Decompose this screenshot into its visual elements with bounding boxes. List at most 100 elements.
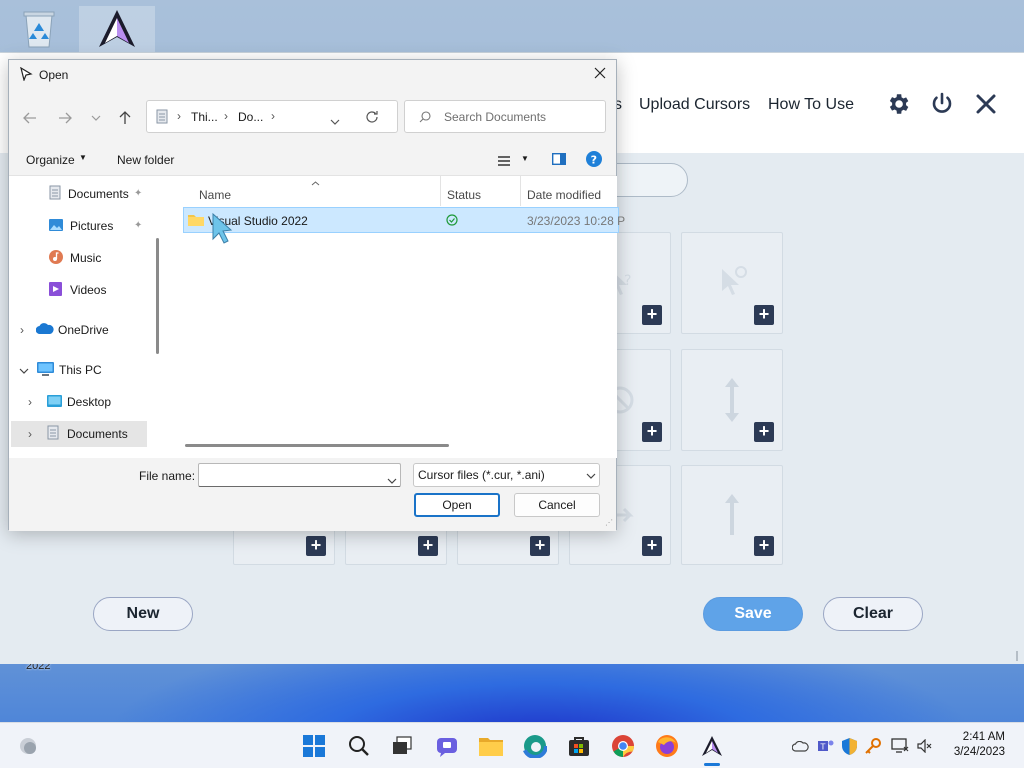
cursor-tile-working[interactable]: + [681, 232, 783, 334]
nav-how-to-use[interactable]: How To Use [768, 96, 854, 114]
sidebar-item-videos[interactable]: Videos [9, 277, 149, 303]
clock-time: 2:41 AM [962, 731, 1005, 743]
expand-chevron-icon[interactable]: › [28, 395, 47, 409]
sidebar-item-label: Documents [68, 187, 129, 201]
system-clock[interactable]: 2:41 AM 3/24/2023 [954, 730, 1005, 760]
teams-tray-icon[interactable]: T [817, 737, 835, 755]
settings-gear-icon[interactable] [885, 91, 911, 117]
breadcrumb-separator-icon: › [224, 109, 228, 123]
file-name-dropdown-chevron-icon[interactable] [387, 473, 397, 487]
column-divider[interactable] [440, 176, 441, 206]
chat-icon[interactable] [433, 732, 461, 760]
search-box[interactable]: Search Documents [404, 100, 606, 133]
open-file-dialog: Open › Thi... › Do... › Search Documents… [8, 59, 625, 531]
volume-muted-icon[interactable] [916, 737, 934, 755]
view-options-chevron-icon[interactable]: ▼ [521, 154, 529, 163]
dialog-title-bar[interactable]: Open [9, 60, 616, 90]
onedrive-tray-icon[interactable] [791, 737, 809, 755]
dialog-resize-grip-icon[interactable]: ⋰ [605, 518, 613, 527]
search-icon [419, 111, 431, 126]
cursor-app-shortcut-icon[interactable] [79, 6, 155, 52]
column-divider[interactable] [520, 176, 521, 206]
add-cursor-button[interactable]: + [418, 536, 438, 556]
back-arrow-icon[interactable] [19, 107, 41, 129]
add-cursor-button[interactable]: + [754, 536, 774, 556]
add-cursor-button[interactable]: + [306, 536, 326, 556]
recent-locations-chevron-icon[interactable] [85, 107, 107, 129]
microsoft-store-icon[interactable] [565, 732, 593, 760]
file-row[interactable]: Visual Studio 2022 3/23/2023 10:28 P [183, 207, 625, 233]
add-cursor-button[interactable]: + [642, 305, 662, 325]
close-icon[interactable] [973, 91, 999, 117]
file-list: Name Status Date modified Visual Studio … [165, 176, 625, 458]
sidebar-item-onedrive[interactable]: › OneDrive [9, 317, 149, 343]
add-cursor-button[interactable]: + [754, 422, 774, 442]
search-placeholder: Search Documents [444, 110, 547, 124]
help-icon[interactable]: ? [586, 151, 602, 170]
file-explorer-icon[interactable] [477, 732, 505, 760]
address-bar[interactable]: › Thi... › Do... › [146, 100, 398, 133]
search-icon[interactable] [345, 732, 373, 760]
file-list-horizontal-scrollbar[interactable] [185, 444, 449, 447]
sidebar-item-documents-selected[interactable]: › Documents [11, 421, 147, 447]
organize-menu[interactable]: Organize [26, 153, 75, 167]
file-type-select[interactable]: Cursor files (*.cur, *.ani) [413, 463, 600, 487]
power-icon[interactable] [929, 91, 955, 117]
file-name-input[interactable] [198, 463, 401, 487]
add-cursor-button[interactable]: + [642, 536, 662, 556]
clear-button[interactable]: Clear [823, 597, 923, 631]
add-cursor-button[interactable]: + [754, 305, 774, 325]
resize-grip-icon[interactable] [1016, 651, 1018, 661]
column-header-date-modified[interactable]: Date modified [527, 188, 601, 202]
new-button[interactable]: New [93, 597, 193, 631]
sidebar-item-documents-pinned[interactable]: Documents ✦ [9, 181, 149, 207]
sidebar-item-music[interactable]: Music [9, 245, 149, 271]
nav-upload-cursors[interactable]: Upload Cursors [639, 96, 750, 114]
edge-browser-icon[interactable] [521, 732, 549, 760]
recycle-bin-icon[interactable] [16, 6, 62, 52]
breadcrumb-item[interactable]: Thi... [191, 110, 218, 124]
up-folder-arrow-icon[interactable] [114, 107, 136, 129]
sidebar-item-this-pc[interactable]: This PC [9, 357, 149, 383]
navigation-pane-scrollbar[interactable] [156, 238, 159, 354]
pin-icon: ✦ [134, 188, 143, 199]
add-cursor-button[interactable]: + [530, 536, 550, 556]
open-button[interactable]: Open [414, 493, 500, 517]
security-shield-icon[interactable] [840, 737, 858, 755]
breadcrumb-separator-icon: › [271, 109, 275, 123]
breadcrumb-item[interactable]: Do... [238, 110, 263, 124]
navigation-pane: Documents ✦ Pictures ✦ Music Videos › On… [9, 176, 157, 458]
task-view-icon[interactable] [388, 732, 416, 760]
navigation-bar: › Thi... › Do... › Search Documents [9, 90, 616, 142]
hand-pointer-cursor-icon [207, 212, 237, 247]
forward-arrow-icon[interactable] [54, 107, 76, 129]
add-cursor-button[interactable]: + [642, 422, 662, 442]
weather-widget-icon[interactable] [14, 732, 42, 760]
svg-text:?: ? [624, 273, 631, 289]
collapse-chevron-icon[interactable] [19, 363, 37, 377]
view-options-icon[interactable] [498, 155, 510, 169]
column-header-status[interactable]: Status [447, 188, 481, 202]
sidebar-item-pictures[interactable]: Pictures ✦ [9, 213, 149, 239]
cursor-tile-alternate[interactable]: + [681, 465, 783, 565]
cancel-button[interactable]: Cancel [514, 493, 600, 517]
firefox-browser-icon[interactable] [653, 732, 681, 760]
sidebar-item-label: Documents [67, 427, 128, 441]
preview-pane-icon[interactable] [551, 152, 567, 168]
start-windows-icon[interactable] [300, 732, 328, 760]
cursor-app-taskbar-icon[interactable] [698, 732, 726, 760]
sidebar-item-label: OneDrive [58, 323, 109, 337]
key-tray-icon[interactable] [864, 737, 882, 755]
column-header-name[interactable]: Name [199, 188, 231, 202]
address-dropdown-chevron-icon[interactable] [330, 114, 340, 128]
expand-chevron-icon[interactable]: › [28, 427, 47, 441]
chrome-browser-icon[interactable] [609, 732, 637, 760]
network-monitor-icon[interactable] [891, 737, 909, 755]
save-button[interactable]: Save [703, 597, 803, 631]
new-folder-button[interactable]: New folder [117, 153, 174, 167]
refresh-icon[interactable] [365, 110, 379, 127]
dialog-close-icon[interactable] [593, 66, 611, 84]
sidebar-item-desktop[interactable]: › Desktop [9, 389, 149, 415]
cursor-tile-vertical-resize[interactable]: + [681, 349, 783, 451]
expand-chevron-icon[interactable]: › [20, 323, 36, 337]
